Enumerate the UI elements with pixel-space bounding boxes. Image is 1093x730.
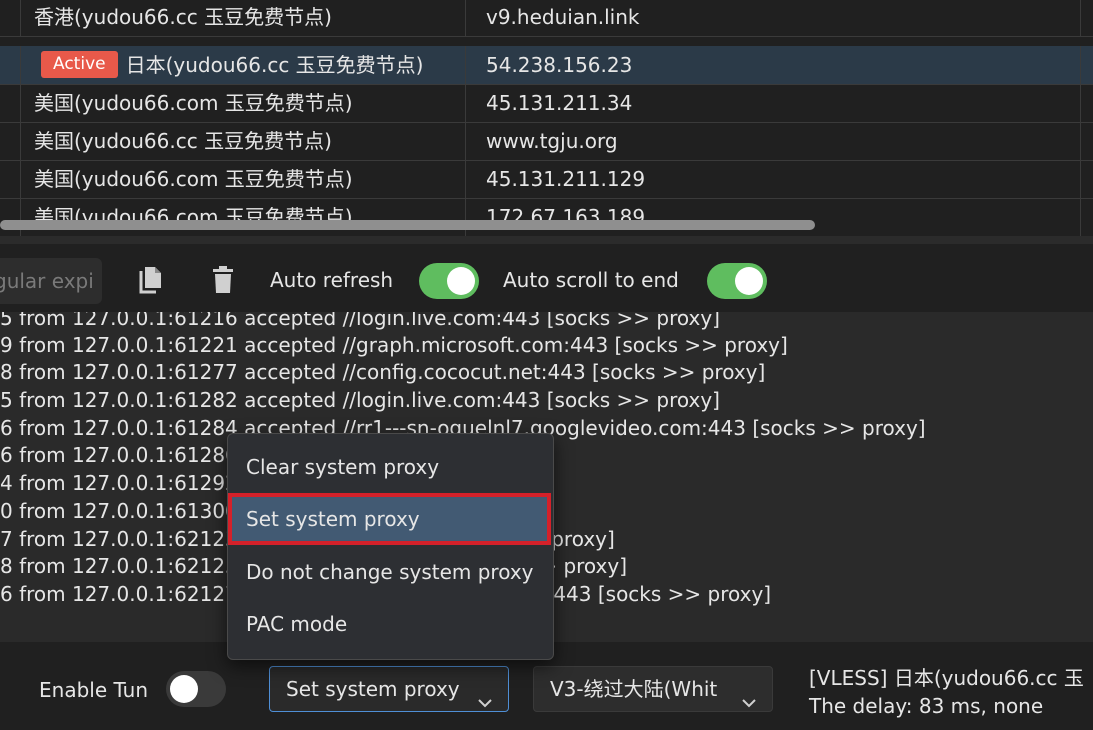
server-address: v9.heduian.link [467,0,1081,36]
server-address: www.tgju.org [467,122,1081,160]
server-table: 香港(yudou66.cc 玉豆免费节点) v9.heduian.link Ac… [0,0,1093,238]
server-name: 美国(yudou66.com 玉豆免费节点) [21,160,466,198]
log-toolbar: gular expi Auto refresh Auto scroll to e… [0,244,1093,312]
server-address: 45.131.211.129 [467,160,1081,198]
server-address: 54.238.156.23 [467,46,1081,84]
table-row-active[interactable]: Active 日本(yudou66.cc 玉豆免费节点) 54.238.156.2… [0,46,1093,85]
menu-item-pac-mode[interactable]: PAC mode [228,600,553,648]
log-filter-input[interactable]: gular expi [0,258,102,304]
server-name: 美国(yudou66.com 玉豆免费节点) [21,198,466,236]
active-badge: Active [41,51,118,78]
menu-item-do-not-change-system-proxy[interactable]: Do not change system proxy [228,548,553,596]
delay-status: The delay: 83 ms, none [809,694,1044,718]
menu-item-set-system-proxy[interactable]: Set system proxy [228,493,551,545]
chevron-down-icon [478,681,492,708]
current-server-status: [VLESS] 日本(yudou66.cc 玉 [809,666,1084,690]
log-line: 9 from 127.0.0.1:61221 accepted //graph.… [0,333,788,357]
menu-item-clear-system-proxy[interactable]: Clear system proxy [228,443,553,491]
system-proxy-value: Set system proxy [286,677,460,701]
chevron-down-icon [742,681,756,708]
auto-refresh-label: Auto refresh [270,268,394,292]
trash-icon[interactable] [210,264,236,296]
enable-tun-label: Enable Tun [39,678,149,702]
server-name: 美国(yudou66.com 玉豆免费节点) [21,84,466,122]
table-row[interactable]: 美国(yudou66.cc 玉豆免费节点) www.tgju.org [0,122,1093,161]
system-proxy-select[interactable]: Set system proxy [269,666,509,712]
table-row[interactable]: 美国(yudou66.com 玉豆免费节点) 45.131.211.129 [0,160,1093,199]
auto-scroll-toggle[interactable] [707,263,767,299]
server-name: 美国(yudou66.cc 玉豆免费节点) [21,122,466,160]
copy-icon[interactable] [137,264,163,296]
server-address: 172.67.163.189 [467,198,1081,236]
splitter[interactable] [0,236,1093,244]
auto-scroll-label: Auto scroll to end [503,268,679,292]
log-line: 5 from 127.0.0.1:61282 accepted //login.… [0,388,720,412]
table-row[interactable]: 美国(yudou66.com 玉豆免费节点) 45.131.211.34 [0,84,1093,123]
server-name: 香港(yudou66.cc 玉豆免费节点) [21,0,466,36]
server-name: 日本(yudou66.cc 玉豆免费节点) [125,53,424,77]
horizontal-scrollbar[interactable] [0,220,815,230]
enable-tun-toggle[interactable] [166,671,226,707]
server-address: 45.131.211.34 [467,84,1081,122]
routing-select[interactable]: V3-绕过大陆(Whit [533,666,773,712]
system-proxy-menu: Clear system proxy Set system proxy Do n… [227,433,554,660]
table-row[interactable]: 香港(yudou66.cc 玉豆免费节点) v9.heduian.link [0,0,1093,37]
log-line: 8 from 127.0.0.1:61277 accepted //config… [0,360,766,384]
table-row[interactable]: 美国(yudou66.com 玉豆免费节点) 172.67.163.189 [0,198,1093,237]
routing-value: V3-绕过大陆(Whit [550,677,718,701]
auto-refresh-toggle[interactable] [419,263,479,299]
log-line: 5 from 127.0.0.1:61216 accepted //login.… [0,312,720,330]
